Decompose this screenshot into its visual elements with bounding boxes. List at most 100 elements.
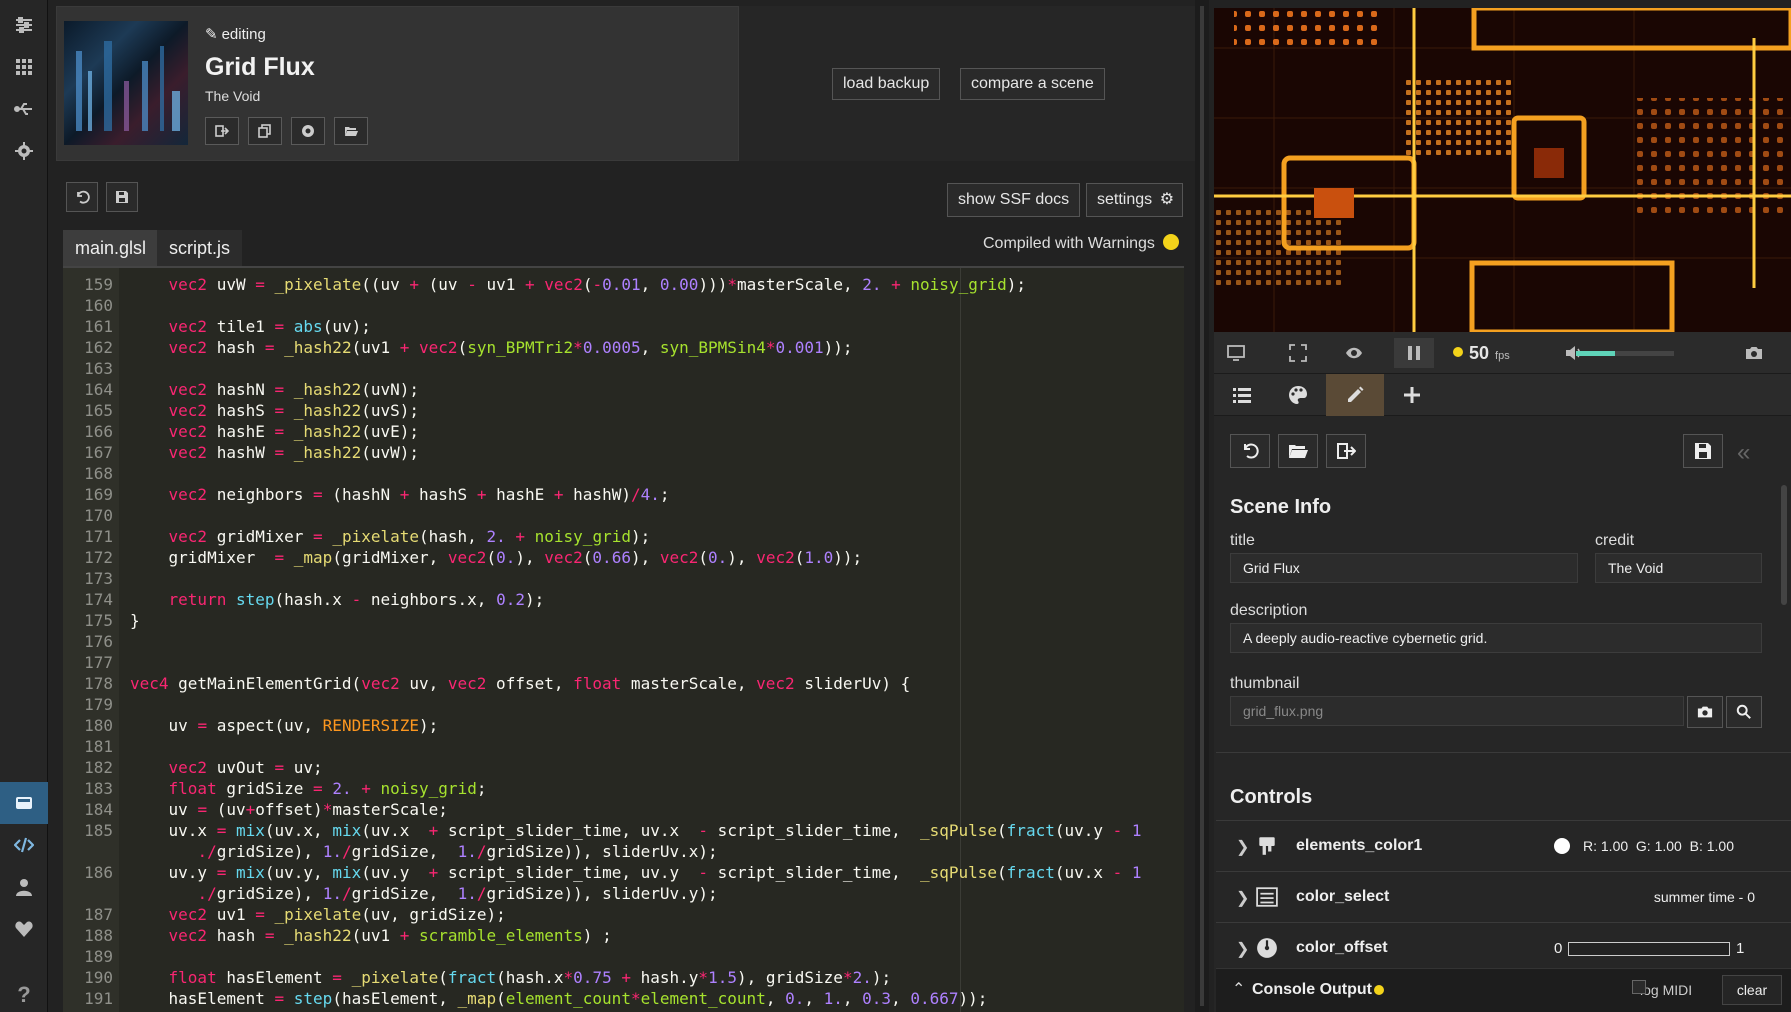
load-backup-button[interactable]: load backup xyxy=(832,68,941,100)
line-number: 169 xyxy=(84,485,113,504)
warning-dot xyxy=(1162,234,1179,250)
gear-icon[interactable] xyxy=(0,130,48,172)
line-number: 175 xyxy=(84,611,113,630)
log-midi-checkbox[interactable] xyxy=(1632,980,1646,994)
list-icon xyxy=(1256,887,1278,907)
title-label: title xyxy=(1230,532,1255,549)
code-icon[interactable] xyxy=(0,824,48,866)
title-field[interactable]: Grid Flux xyxy=(1230,553,1578,583)
clear-button[interactable]: clear xyxy=(1722,975,1782,1005)
plus-icon[interactable] xyxy=(1384,374,1440,416)
compile-status: Compiled with Warnings xyxy=(983,234,1179,253)
line-number: 174 xyxy=(84,590,113,609)
grid-apps-icon[interactable] xyxy=(0,46,48,88)
scene-tools xyxy=(205,117,368,145)
thumbnail-label: thumbnail xyxy=(1230,675,1300,692)
scene-header: ✎ editing Grid Flux The Void xyxy=(56,6,739,161)
color-swatch[interactable] xyxy=(1554,838,1570,854)
heart-pulse-icon[interactable] xyxy=(0,908,48,950)
log-midi-label: log MIDI xyxy=(1640,982,1693,998)
pause-icon[interactable] xyxy=(1394,338,1434,368)
tab-script-js[interactable]: script.js xyxy=(157,230,243,266)
line-number: 184 xyxy=(84,800,113,819)
control-row[interactable]: ❯ color_select summer time - 0 xyxy=(1216,873,1791,923)
line-number: 183 xyxy=(84,779,113,798)
pencil-icon[interactable] xyxy=(1326,374,1384,416)
user-icon[interactable] xyxy=(0,866,48,908)
compare-scene-button[interactable]: compare a scene xyxy=(960,68,1105,100)
settings-label: settings xyxy=(1097,191,1153,208)
code-text: vec2 hashN = _hash22(uvN); xyxy=(168,380,420,399)
exit-icon[interactable] xyxy=(1326,434,1366,468)
chevron-up-icon[interactable]: ⌃ xyxy=(1232,979,1245,999)
list-icon[interactable] xyxy=(1214,374,1270,416)
scene-preview[interactable] xyxy=(1214,8,1791,332)
collapse-icon[interactable]: « xyxy=(1737,439,1750,467)
line-number: 177 xyxy=(84,653,113,672)
console-title[interactable]: Console Output xyxy=(1252,981,1372,999)
exit-icon[interactable] xyxy=(205,117,239,145)
tab-main-glsl[interactable]: main.glsl xyxy=(63,230,159,266)
code-text: vec2 hash = _hash22(uv1 + vec2(syn_BPMTr… xyxy=(168,338,853,357)
line-number: 189 xyxy=(84,947,113,966)
fps-unit: fps xyxy=(1495,350,1510,362)
usb-icon[interactable] xyxy=(0,88,48,130)
code-text: vec2 hashS = _hash22(uvS); xyxy=(168,401,420,420)
split-divider[interactable] xyxy=(1195,0,1209,1012)
code-text: uv = aspect(uv, RENDERSIZE); xyxy=(130,716,439,735)
thumbnail-field[interactable]: grid_flux.png xyxy=(1230,696,1684,726)
panel-scrollbar[interactable] xyxy=(1781,485,1787,605)
sliders-icon[interactable] xyxy=(0,4,48,46)
code-editor[interactable]: 159 vec2 uvW = _pixelate((uv + (uv - uv1… xyxy=(63,266,1184,1012)
code-text: uv.x = mix(uv.x, mix(uv.x + script_slide… xyxy=(130,821,1142,840)
monitor-icon[interactable] xyxy=(1216,338,1256,368)
control-row[interactable]: ❯ color_offset 0 1 xyxy=(1216,924,1791,974)
scene-title: Grid Flux xyxy=(205,53,315,81)
line-number: 173 xyxy=(84,569,113,588)
line-number: 163 xyxy=(84,359,113,378)
eye-icon[interactable] xyxy=(1334,338,1374,368)
palette-icon[interactable] xyxy=(1270,374,1326,416)
copy-icon[interactable] xyxy=(248,117,282,145)
volume-slider[interactable] xyxy=(1576,351,1674,356)
code-text: } xyxy=(130,611,140,630)
chevron-right-icon[interactable]: ❯ xyxy=(1236,888,1249,908)
left-rail: ? xyxy=(0,0,48,1012)
description-field[interactable]: A deeply audio-reactive cybernetic grid. xyxy=(1230,623,1762,653)
line-number: 191 xyxy=(84,989,113,1008)
chevron-right-icon[interactable]: ❯ xyxy=(1236,837,1249,857)
fps-value: 50 xyxy=(1469,343,1490,363)
camera-icon[interactable] xyxy=(1687,696,1723,728)
code-text: float hasElement = _pixelate(fract(hash.… xyxy=(168,968,892,987)
folder-open-icon[interactable] xyxy=(334,117,368,145)
panel-modes xyxy=(1214,374,1791,416)
line-number: 170 xyxy=(84,506,113,525)
record-icon[interactable] xyxy=(291,117,325,145)
library-icon[interactable] xyxy=(0,782,48,824)
chevron-right-icon[interactable]: ❯ xyxy=(1236,939,1249,959)
undo-icon[interactable] xyxy=(66,182,98,212)
offset-slider[interactable] xyxy=(1568,942,1730,956)
credit-field[interactable]: The Void xyxy=(1595,553,1762,583)
save-icon[interactable] xyxy=(1683,434,1723,468)
compile-status-text: Compiled with Warnings xyxy=(983,235,1155,252)
save-icon[interactable] xyxy=(106,182,138,212)
folder-open-icon[interactable] xyxy=(1278,434,1318,468)
line-number: 168 xyxy=(84,464,113,483)
control-name: elements_color1 xyxy=(1296,837,1423,854)
help-icon[interactable]: ? xyxy=(0,974,48,1012)
section-divider xyxy=(1216,752,1791,753)
show-docs-button[interactable]: show SSF docs xyxy=(947,183,1081,217)
console-dot xyxy=(1374,985,1384,995)
line-number: 190 xyxy=(84,968,113,987)
select-value[interactable]: summer time - 0 xyxy=(1654,889,1755,905)
revert-icon[interactable] xyxy=(1230,434,1270,468)
color-value: R: 1.00 G: 1.00 B: 1.00 xyxy=(1583,838,1734,854)
camera-icon[interactable] xyxy=(1734,338,1774,368)
search-icon[interactable] xyxy=(1726,696,1762,728)
controls-heading: Controls xyxy=(1230,786,1313,808)
fullscreen-icon[interactable] xyxy=(1278,338,1318,368)
line-number: 159 xyxy=(84,275,113,294)
settings-button[interactable]: settings ⚙ xyxy=(1086,183,1184,217)
control-row[interactable]: ❯ elements_color1 R: 1.00 G: 1.00 B: 1.0… xyxy=(1216,822,1791,872)
